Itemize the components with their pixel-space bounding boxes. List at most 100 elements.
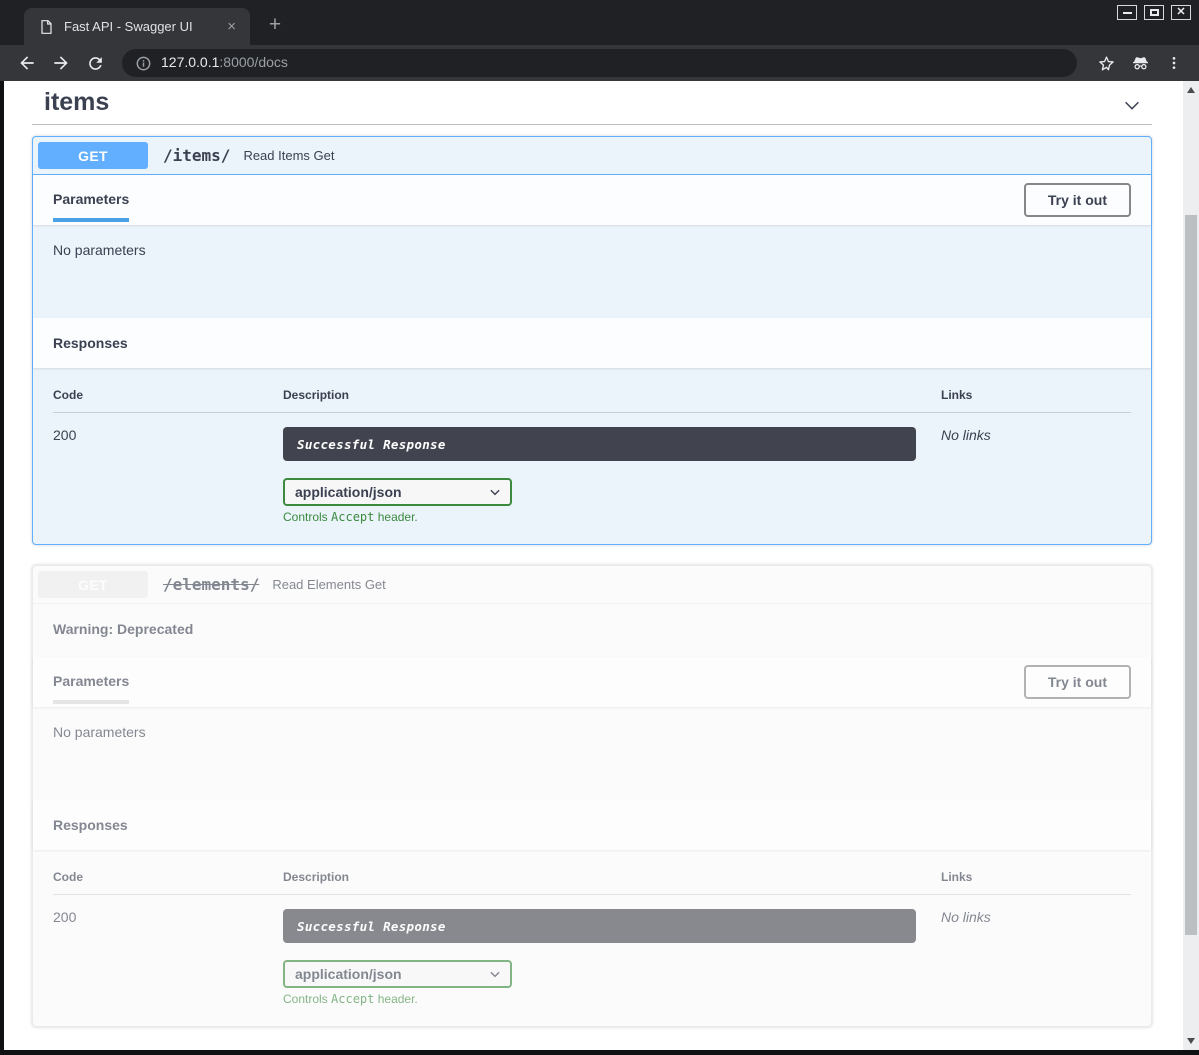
back-arrow-icon — [17, 53, 37, 73]
reload-button[interactable] — [80, 48, 110, 78]
responses-table-header: Code Description Links — [53, 870, 1131, 895]
endpoint-path: /items/ — [163, 146, 230, 165]
parameters-tab[interactable]: Parameters — [53, 191, 129, 210]
tag-title: items — [44, 88, 109, 117]
browser-window: Fast API - Swagger UI × + ✕ 127.0.0.1:80… — [0, 0, 1199, 1055]
no-links-text: No links — [941, 909, 991, 925]
accept-header-note: Controls Accept header. — [283, 510, 941, 524]
response-row: 200 Successful Response application/json… — [53, 909, 1131, 1006]
description-column-header: Description — [283, 388, 941, 402]
response-description-cell: Successful Response application/json Con… — [283, 909, 941, 1006]
media-type-select[interactable]: application/json — [283, 960, 512, 988]
triangle-down-icon — [1187, 1038, 1195, 1044]
responses-table-header: Code Description Links — [53, 388, 1131, 413]
maximize-icon — [1150, 9, 1159, 16]
accept-note-suffix: header. — [374, 510, 417, 524]
try-it-out-button[interactable]: Try it out — [1024, 183, 1131, 217]
new-tab-button[interactable]: + — [262, 12, 288, 38]
info-icon — [136, 56, 151, 71]
back-button[interactable] — [12, 48, 42, 78]
scrollbar-thumb[interactable] — [1185, 215, 1197, 935]
responses-table: Code Description Links 200 Successful Re… — [33, 850, 1151, 1026]
method-badge: GET — [38, 571, 148, 598]
response-description-block: Successful Response — [283, 427, 916, 461]
response-links-cell: No links — [941, 427, 1131, 524]
browser-menu-button[interactable] — [1159, 48, 1189, 78]
try-it-out-button[interactable]: Try it out — [1024, 665, 1131, 699]
accept-header-note: Controls Accept header. — [283, 992, 941, 1006]
forward-arrow-icon — [51, 53, 71, 73]
scrollbar-up-button[interactable] — [1183, 83, 1199, 97]
method-badge: GET — [38, 142, 148, 169]
response-description-cell: Successful Response application/json Con… — [283, 427, 941, 524]
no-parameters-text: No parameters — [53, 724, 146, 740]
bookmark-button[interactable] — [1091, 48, 1121, 78]
responses-label: Responses — [53, 335, 128, 351]
page-favicon-icon — [38, 19, 54, 35]
responses-table: Code Description Links 200 Successful Re… — [33, 368, 1151, 544]
endpoint-get-items: GET /items/ Read Items Get Parameters Tr… — [32, 136, 1152, 545]
parameters-label: Parameters — [53, 191, 129, 222]
links-column-header: Links — [941, 870, 1131, 884]
parameters-label: Parameters — [53, 673, 129, 704]
star-icon — [1097, 54, 1116, 73]
accept-note-prefix: Controls — [283, 992, 331, 1006]
media-type-select[interactable]: application/json — [283, 478, 512, 506]
deprecated-warning: Warning: Deprecated — [33, 604, 1151, 657]
scrollbar-down-button[interactable] — [1183, 1034, 1199, 1048]
parameters-body: No parameters — [33, 225, 1151, 318]
response-code: 200 — [53, 909, 283, 1006]
tag-divider — [32, 124, 1152, 125]
response-description-block: Successful Response — [283, 909, 916, 943]
response-description-text: Successful Response — [297, 919, 446, 934]
response-description-text: Successful Response — [297, 437, 446, 452]
endpoint-summary-text: Read Items Get — [243, 148, 334, 163]
reload-icon — [86, 54, 105, 73]
incognito-icon — [1130, 53, 1151, 74]
links-column-header: Links — [941, 388, 1131, 402]
swagger-ui: items GET /items/ Read Items Get Paramet… — [4, 81, 1192, 1027]
url-bar[interactable]: 127.0.0.1:8000/docs — [122, 49, 1077, 77]
window-maximize-button[interactable] — [1144, 5, 1164, 20]
browser-toolbar: 127.0.0.1:8000/docs — [0, 45, 1199, 81]
vertical-scrollbar[interactable] — [1183, 81, 1199, 1050]
description-column-header: Description — [283, 870, 941, 884]
endpoint-summary-text: Read Elements Get — [272, 577, 385, 592]
chevron-down-icon[interactable] — [1120, 94, 1144, 121]
browser-titlebar: Fast API - Swagger UI × + ✕ — [0, 0, 1199, 45]
code-column-header: Code — [53, 388, 283, 402]
response-links-cell: No links — [941, 909, 1131, 1006]
accept-note-prefix: Controls — [283, 510, 331, 524]
window-controls: ✕ — [1117, 5, 1191, 20]
endpoint-get-elements-deprecated: GET /elements/ Read Elements Get Warning… — [32, 565, 1152, 1027]
minimize-icon — [1123, 12, 1132, 14]
url-host: 127.0.0.1 — [161, 54, 219, 70]
tag-section-header[interactable]: items — [32, 88, 1152, 117]
url-path: :8000/docs — [219, 54, 288, 70]
parameters-tab[interactable]: Parameters — [53, 673, 129, 692]
parameters-body: No parameters — [33, 707, 1151, 800]
no-links-text: No links — [941, 427, 991, 443]
tab-close-icon[interactable]: × — [223, 18, 240, 35]
window-close-button[interactable]: ✕ — [1171, 5, 1191, 20]
close-icon: ✕ — [1176, 7, 1185, 18]
three-dots-icon — [1166, 55, 1182, 71]
window-minimize-button[interactable] — [1117, 5, 1137, 20]
endpoint-summary[interactable]: GET /elements/ Read Elements Get — [33, 566, 1151, 604]
responses-label: Responses — [53, 817, 128, 833]
endpoint-path: /elements/ — [163, 575, 259, 594]
media-type-select-wrap: application/json — [283, 960, 512, 988]
incognito-indicator — [1125, 48, 1155, 78]
accept-note-code: Accept — [331, 510, 374, 524]
tab-title: Fast API - Swagger UI — [64, 19, 223, 34]
forward-button[interactable] — [46, 48, 76, 78]
code-column-header: Code — [53, 870, 283, 884]
media-type-select-wrap: application/json — [283, 478, 512, 506]
browser-tab[interactable]: Fast API - Swagger UI × — [24, 8, 250, 45]
response-row: 200 Successful Response application/json… — [53, 427, 1131, 524]
no-parameters-text: No parameters — [53, 242, 146, 258]
responses-header: Responses — [33, 800, 1151, 850]
endpoint-summary[interactable]: GET /items/ Read Items Get — [33, 137, 1151, 175]
parameters-header: Parameters Try it out — [33, 175, 1151, 225]
accept-note-code: Accept — [331, 992, 374, 1006]
